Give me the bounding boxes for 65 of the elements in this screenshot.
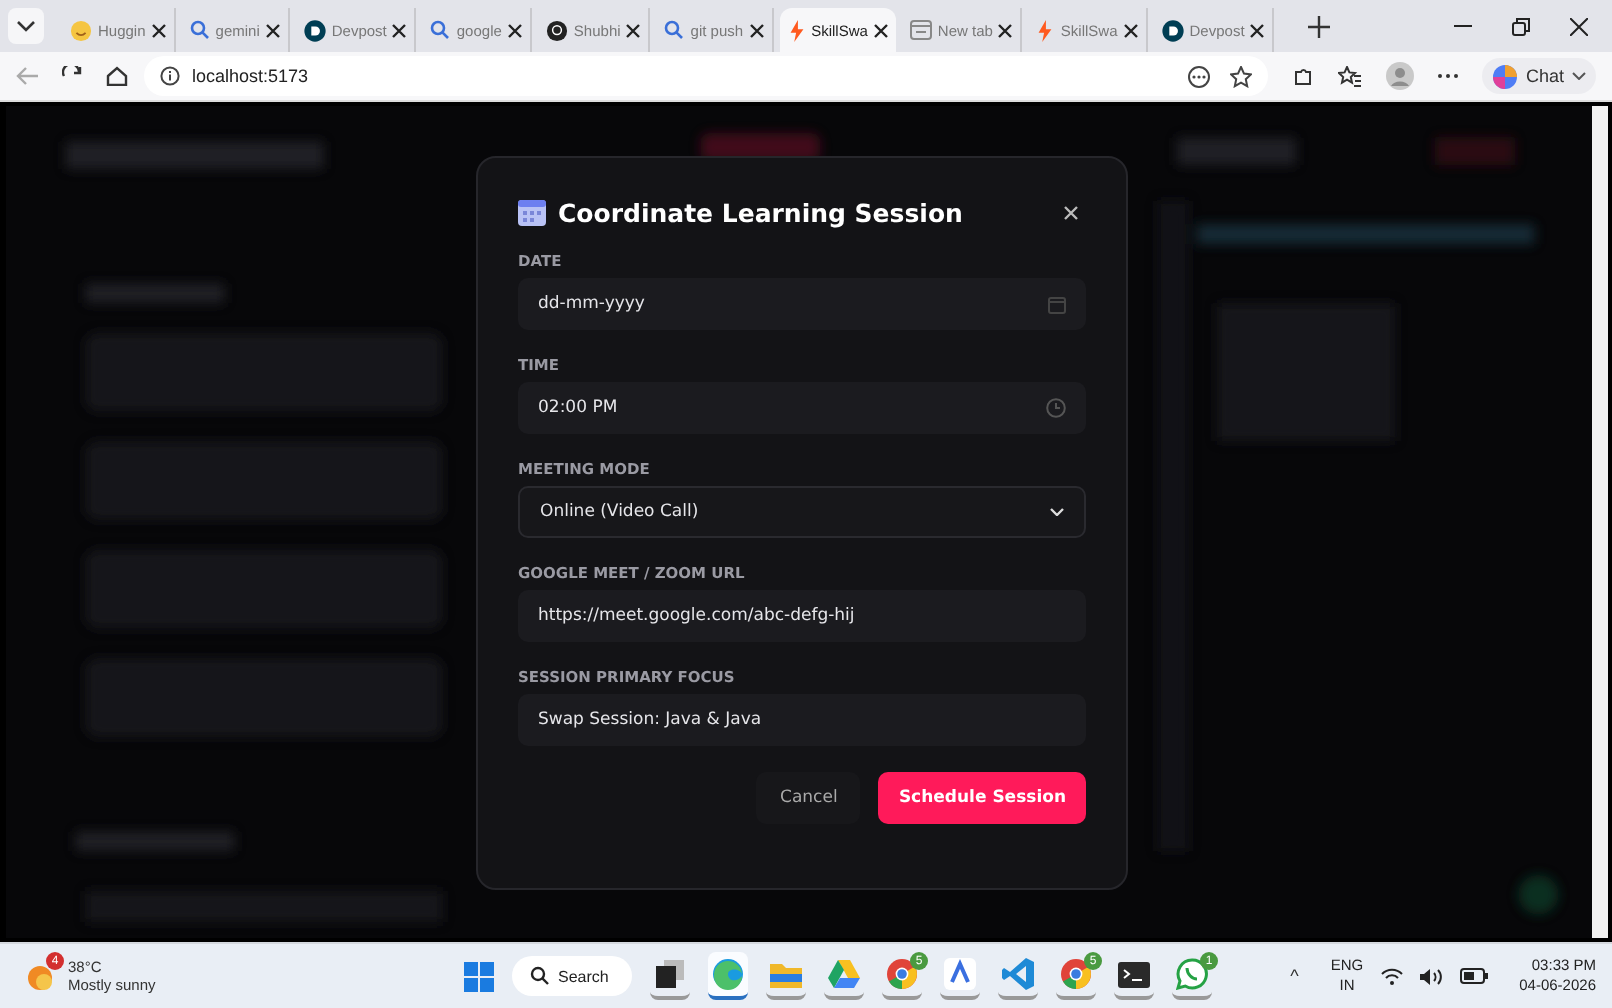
time-field[interactable]: 02:00 PM bbox=[518, 382, 1086, 434]
clock-icon bbox=[1046, 398, 1066, 418]
star-icon[interactable] bbox=[1229, 65, 1252, 87]
chat-button[interactable]: Chat bbox=[1481, 58, 1596, 94]
text-field[interactable]: https://meet.google.com/abc-defg-hij bbox=[518, 590, 1086, 642]
browser-logo-icon bbox=[1060, 958, 1092, 990]
bolt-icon bbox=[1036, 19, 1055, 41]
meeting-mode-dropdown[interactable]: Online (Video Call) bbox=[518, 486, 1086, 538]
avatar-icon[interactable] bbox=[1385, 62, 1414, 90]
close-icon[interactable] bbox=[392, 23, 407, 37]
search-icon bbox=[430, 20, 451, 40]
speaker-icon[interactable] bbox=[1419, 967, 1444, 985]
wave-logo-icon bbox=[712, 958, 744, 990]
letter-a-logo-icon bbox=[944, 958, 976, 990]
calendar-icon bbox=[518, 200, 546, 226]
terminal-icon bbox=[1118, 961, 1150, 987]
bolt-icon bbox=[787, 19, 806, 41]
restore-icon[interactable] bbox=[1512, 17, 1530, 35]
search-button[interactable]: Search bbox=[512, 956, 632, 996]
chat-bubble-icon bbox=[1176, 958, 1208, 990]
close-icon[interactable] bbox=[1250, 23, 1265, 37]
code-editor-icon bbox=[1002, 958, 1034, 990]
close-icon[interactable] bbox=[507, 23, 522, 37]
close-icon[interactable] bbox=[1064, 206, 1078, 220]
show-hidden-icons-button[interactable]: ^ bbox=[1290, 966, 1299, 986]
tab-list-button[interactable] bbox=[8, 8, 44, 44]
info-icon bbox=[160, 66, 180, 86]
home-icon[interactable] bbox=[106, 66, 128, 86]
minimize-icon[interactable] bbox=[1454, 24, 1472, 28]
calendar-icon bbox=[1048, 295, 1066, 313]
date-field[interactable]: dd-mm-yyyy bbox=[518, 278, 1086, 330]
close-icon[interactable] bbox=[626, 23, 641, 37]
close-icon[interactable] bbox=[873, 23, 888, 37]
copilot-icon bbox=[1491, 63, 1518, 89]
caret-icon bbox=[1572, 72, 1586, 80]
task-view-icon bbox=[656, 960, 684, 988]
close-icon[interactable] bbox=[265, 23, 280, 37]
triangle-logo-icon bbox=[828, 960, 860, 988]
close-icon[interactable] bbox=[749, 23, 764, 37]
search-icon bbox=[530, 966, 550, 986]
close-icon[interactable] bbox=[151, 23, 166, 37]
chevron-down-icon bbox=[1050, 508, 1064, 516]
close-icon[interactable] bbox=[1570, 17, 1588, 35]
window-icon bbox=[909, 20, 932, 40]
chevron-down-icon bbox=[16, 20, 36, 32]
dialog-title: Coordinate Learning Session bbox=[558, 198, 963, 228]
folder-icon bbox=[770, 960, 802, 988]
browser-logo-icon bbox=[886, 958, 918, 990]
address-field[interactable]: localhost:5173 bbox=[144, 56, 1268, 96]
cancel-button[interactable]: Cancel bbox=[756, 772, 861, 824]
wifi-icon[interactable] bbox=[1379, 967, 1404, 985]
close-icon[interactable] bbox=[998, 23, 1013, 37]
plus-icon[interactable] bbox=[1308, 15, 1331, 37]
more-circle-icon[interactable] bbox=[1187, 65, 1210, 87]
windows-logo-icon[interactable] bbox=[464, 961, 494, 991]
close-icon[interactable] bbox=[1123, 23, 1138, 37]
battery-icon[interactable] bbox=[1459, 968, 1488, 984]
favorites-icon[interactable] bbox=[1337, 65, 1362, 87]
search-icon bbox=[189, 20, 210, 40]
search-icon bbox=[664, 20, 685, 40]
schedule-session-button[interactable]: Schedule Session bbox=[878, 772, 1086, 824]
puzzle-icon[interactable] bbox=[1291, 65, 1314, 87]
text-field[interactable]: Swap Session: Java & Java bbox=[518, 694, 1086, 746]
scrollbar[interactable] bbox=[1592, 106, 1608, 938]
smiley-icon bbox=[70, 19, 92, 41]
